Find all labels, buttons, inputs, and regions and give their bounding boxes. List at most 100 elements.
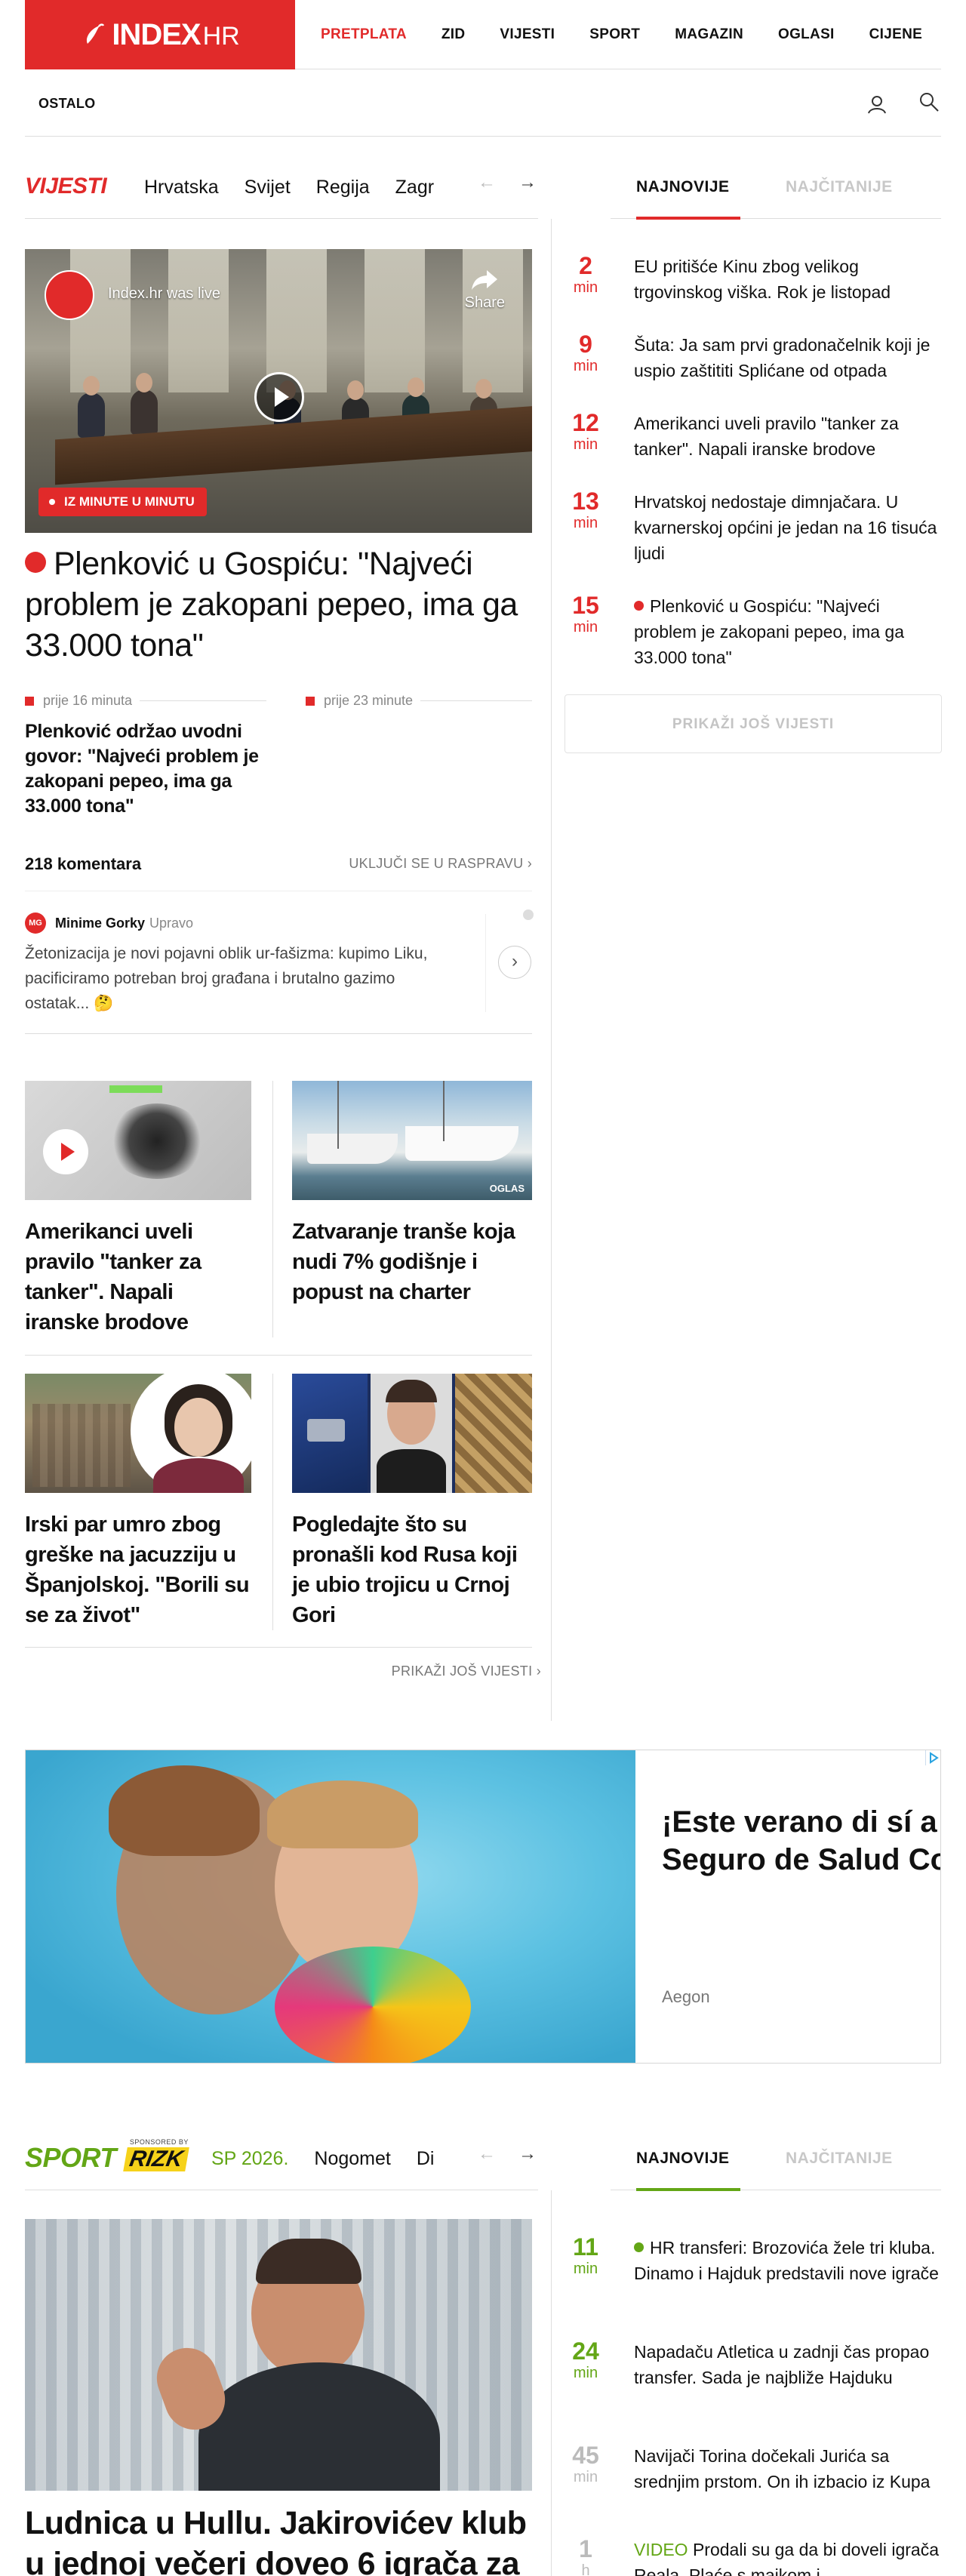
sport-news-title[interactable]: Navijači Torina dočekali Jurića sa sredn… (634, 2443, 942, 2494)
card-image (292, 1374, 532, 1493)
category-svijet[interactable]: Svijet (245, 177, 291, 199)
active-tab-underline (636, 2188, 740, 2191)
tab-najcitanije[interactable]: NAJČITANIJE (786, 178, 893, 196)
category-regija[interactable]: Regija (316, 177, 370, 199)
related-story-title[interactable]: Plenković održao uvodni govor: "Najveći … (25, 719, 266, 819)
user-icon[interactable] (866, 93, 888, 115)
site-header: INDEXHR PRETPLATA ZID VIJESTI SPORT MAGA… (25, 0, 941, 69)
latest-news-title[interactable]: Amerikanci uveli pravilo "tanker za tank… (634, 411, 942, 462)
comments-bar: 218 komentara UKLJUČI SE U RASPRAVU › (25, 845, 532, 883)
latest-news-title[interactable]: Plenković u Gospiću: "Najveći problem je… (634, 593, 942, 670)
tab-najnovije[interactable]: NAJNOVIJE (636, 178, 730, 196)
category-arrows: ← → (478, 172, 537, 193)
sport-main-headline[interactable]: Ludnica u Hullu. Jakirovićev klub u jedn… (25, 2503, 538, 2576)
channel-avatar (45, 270, 94, 320)
nav-vijesti[interactable]: VIJESTI (500, 26, 555, 43)
card-image: OGLAS (292, 1081, 532, 1200)
next-comment-button[interactable]: › (498, 946, 531, 979)
news-card[interactable]: Pogledajte što su pronašli kod Rusa koji… (292, 1374, 532, 1630)
vijesti-categories: Hrvatska Svijet Regija Zagr (144, 177, 476, 199)
section-divider (25, 218, 538, 219)
channel-live-label: Index.hr was live (108, 285, 220, 302)
play-icon (275, 387, 289, 407)
main-headline[interactable]: Plenković u Gospiću: "Najveći problem je… (25, 543, 538, 666)
category-hrvatska[interactable]: Hrvatska (144, 177, 219, 199)
category-more[interactable]: Di (417, 2148, 435, 2170)
play-icon (61, 1143, 75, 1161)
arrow-right-icon[interactable]: → (518, 172, 537, 193)
nav-zid[interactable]: ZID (441, 26, 466, 43)
ad-brand[interactable]: Aegon (662, 1987, 710, 2007)
ad-headline[interactable]: ¡Este verano di sí a Seguro de Salud Co (662, 1803, 940, 1879)
comment-carousel: MG Minime Gorky Upravo Žetonizacija je no… (25, 891, 534, 1034)
share-button[interactable]: Share (465, 269, 505, 312)
news-card[interactable]: Amerikanci uveli pravilo "tanker za tank… (25, 1081, 251, 1337)
live-badge[interactable]: IZ MINUTE U MINUTU (38, 488, 207, 516)
latest-news-title[interactable]: EU pritišće Kinu zbog velikog trgovinsko… (634, 254, 942, 305)
sport-news-title[interactable]: Napadaču Atletica u zadnji čas propao tr… (634, 2339, 942, 2390)
tab-najnovije[interactable]: NAJNOVIJE (636, 2150, 730, 2168)
search-icon[interactable] (917, 90, 941, 114)
square-bullet-icon (25, 696, 34, 706)
sport-news-title[interactable]: HR transferi: Brozovića žele tri kluba. … (634, 2235, 942, 2286)
share-icon (472, 270, 498, 290)
tab-najcitanije[interactable]: NAJČITANIJE (786, 2150, 893, 2168)
sport-categories: SP 2026. Nogomet Di (211, 2148, 475, 2170)
play-button[interactable] (254, 372, 304, 422)
card-title[interactable]: Amerikanci uveli pravilo "tanker za tank… (25, 1217, 251, 1337)
comment-author[interactable]: Minime Gorky Upravo (55, 916, 193, 931)
card-title[interactable]: Pogledajte što su pronašli kod Rusa koji… (292, 1510, 532, 1630)
ad-image (26, 1750, 635, 2063)
sport-hero-image[interactable] (25, 2219, 532, 2491)
category-zagreb[interactable]: Zagr (395, 177, 434, 199)
live-video-player[interactable]: Index.hr was live Share IZ MINUTE U MINU… (25, 249, 532, 533)
card-title[interactable]: Zatvaranje tranše koja nudi 7% godišnje … (292, 1217, 532, 1307)
active-tab-underline (636, 217, 740, 220)
site-logo[interactable]: INDEXHR (25, 0, 295, 69)
logo-wordmark: INDEXHR (112, 17, 240, 51)
nav-sport[interactable]: SPORT (589, 26, 640, 43)
comment-body[interactable]: Žetonizacija je novi pojavni oblik ur-fa… (25, 941, 463, 1016)
related-story-2[interactable]: prije 23 minute (306, 693, 532, 709)
load-more-news-button[interactable]: PRIKAŽI JOŠ VIJESTI (565, 694, 942, 753)
sport-section-bar: SP 2026. Nogomet Di ← → NAJNOVIJE NAJČIT… (25, 2130, 941, 2191)
category-sp-2026[interactable]: SP 2026. (211, 2148, 288, 2170)
comments-count[interactable]: 218 komentara (25, 854, 141, 874)
live-dot-icon (634, 601, 644, 611)
avatar: MG (25, 913, 46, 934)
card-image (25, 1081, 251, 1200)
nav-ostalo[interactable]: OSTALO (38, 96, 95, 112)
latest-news-title[interactable]: Hrvatskoj nedostaje dimnjačara. U kvarne… (634, 489, 942, 566)
vijesti-tabs: NAJNOVIJE NAJČITANIJE (611, 158, 941, 220)
show-more-news-link[interactable]: PRIKAŽI JOŠ VIJESTI › (392, 1663, 541, 1679)
ad-tag: OGLAS (489, 1183, 525, 1194)
card-image (25, 1374, 251, 1493)
sub-nav: OSTALO (25, 70, 941, 137)
sport-tabs: NAJNOVIJE NAJČITANIJE (611, 2130, 941, 2191)
related-story-1[interactable]: prije 16 minuta Plenković održao uvodni … (25, 693, 266, 819)
arrow-right-icon[interactable]: → (518, 2144, 537, 2165)
sport-news-title[interactable]: VIDEO Prodali su ga da bi doveli igrača … (634, 2537, 942, 2576)
nav-oglasi[interactable]: OGLASI (778, 26, 835, 43)
next-comment-preview (523, 909, 534, 920)
arrow-left-icon[interactable]: ← (478, 2144, 496, 2165)
live-dot-icon (25, 552, 46, 573)
card-title[interactable]: Irski par umro zbog greške na jacuzziju … (25, 1510, 251, 1630)
nav-pretplata[interactable]: PRETPLATA (321, 26, 407, 43)
advertisement[interactable]: ¡Este verano di sí a Seguro de Salud Co A… (25, 1750, 941, 2064)
join-discussion-link[interactable]: UKLJUČI SE U RASPRAVU › (349, 856, 532, 872)
square-bullet-icon (306, 696, 315, 706)
nav-magazin[interactable]: MAGAZIN (675, 26, 743, 43)
adchoices-icon[interactable] (925, 1750, 940, 1765)
video-play-button[interactable] (43, 1129, 88, 1174)
section-title-vijesti[interactable]: VIJESTI (25, 174, 107, 199)
nav-cijene[interactable]: CIJENE (869, 26, 922, 43)
column-divider (551, 219, 552, 1721)
category-arrows: ← → (478, 2144, 537, 2165)
news-card[interactable]: OGLAS Zatvaranje tranše koja nudi 7% god… (292, 1081, 532, 1307)
arrow-left-icon[interactable]: ← (478, 172, 496, 193)
latest-news-title[interactable]: Šuta: Ja sam prvi gradonačelnik koji je … (634, 332, 942, 383)
news-card[interactable]: Irski par umro zbog greške na jacuzziju … (25, 1374, 251, 1630)
category-nogomet[interactable]: Nogomet (314, 2148, 390, 2170)
main-nav: PRETPLATA ZID VIJESTI SPORT MAGAZIN OGLA… (321, 0, 957, 69)
